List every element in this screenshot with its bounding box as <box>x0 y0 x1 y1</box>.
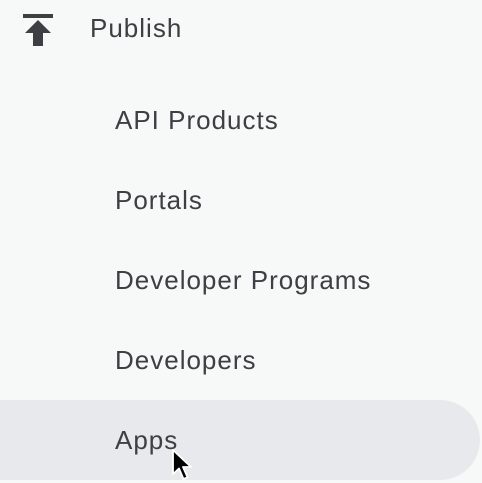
publish-upload-icon <box>20 10 56 46</box>
nav-section-label: Publish <box>90 13 183 43</box>
nav-item-developers[interactable]: Developers <box>0 320 482 400</box>
nav-item-label: Developer Programs <box>115 265 372 295</box>
active-item-highlight <box>0 400 480 480</box>
nav-item-label: Portals <box>115 185 203 215</box>
side-navigation: Publish API Products Portals Developer P… <box>0 0 482 483</box>
nav-item-label: API Products <box>115 105 279 135</box>
nav-item-api-products[interactable]: API Products <box>0 80 482 160</box>
nav-item-label: Developers <box>115 345 257 375</box>
nav-section-publish[interactable]: Publish <box>0 0 482 56</box>
nav-item-portals[interactable]: Portals <box>0 160 482 240</box>
nav-item-developer-programs[interactable]: Developer Programs <box>0 240 482 320</box>
nav-item-label: Apps <box>115 425 179 455</box>
nav-item-apps[interactable]: Apps <box>0 400 482 480</box>
